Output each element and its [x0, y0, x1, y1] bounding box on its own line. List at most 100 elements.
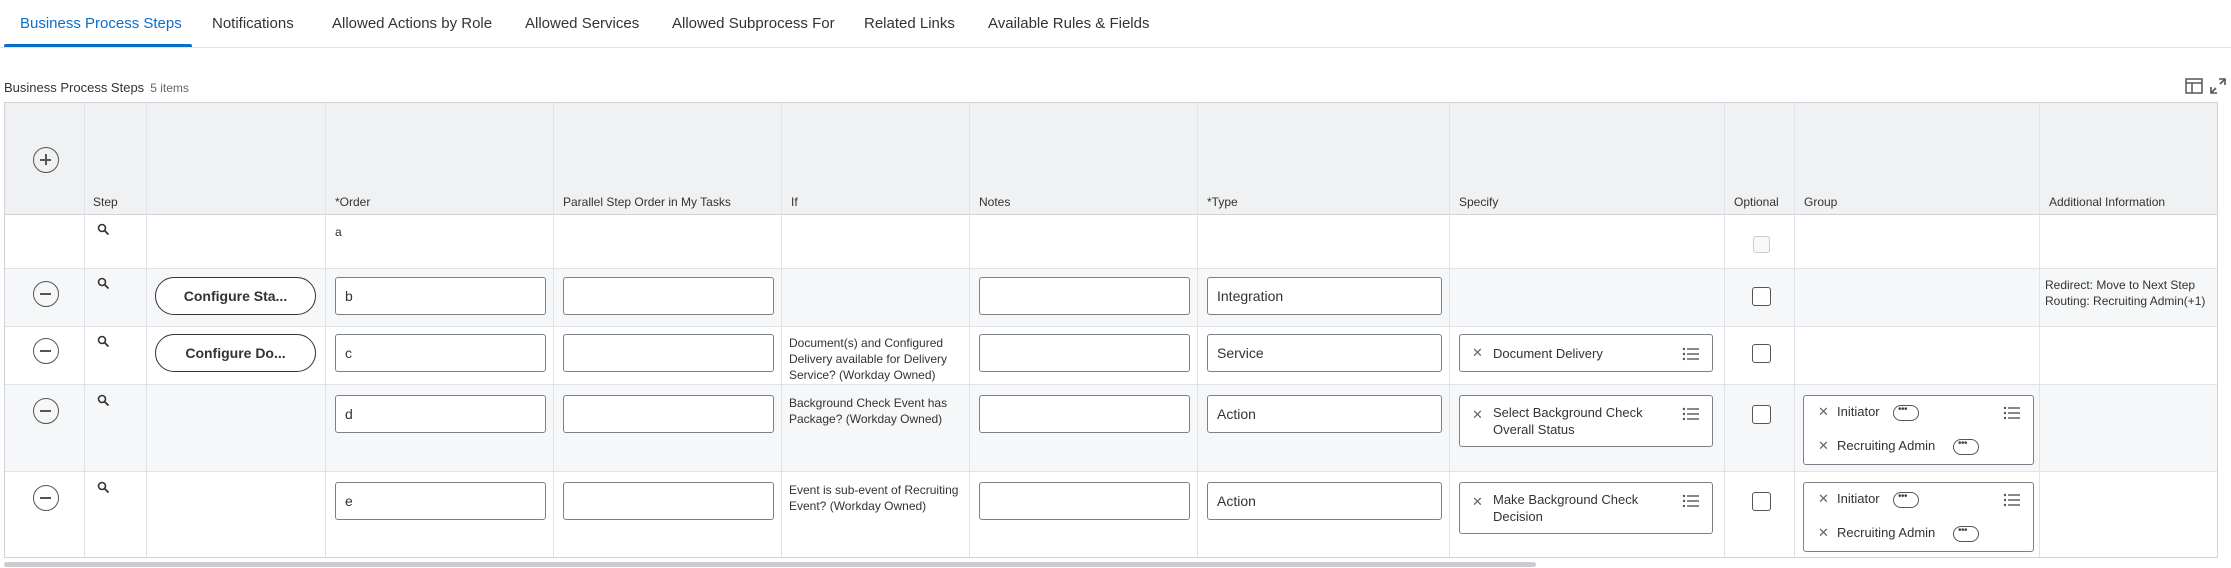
col-divider	[84, 103, 85, 557]
expand-icon[interactable]	[2208, 76, 2228, 96]
notes-input[interactable]	[979, 277, 1190, 315]
if-condition: Background Check Event has Package? (Wor…	[789, 396, 948, 426]
tab-allowed-actions-by-role[interactable]: Allowed Actions by Role	[332, 0, 492, 48]
optional-checkbox[interactable]	[1752, 405, 1771, 424]
clear-x-icon[interactable]: ✕	[1818, 525, 1829, 541]
type-input[interactable]: Action	[1207, 395, 1442, 433]
horizontal-scrollbar[interactable]	[4, 562, 1536, 567]
type-input[interactable]: Service	[1207, 334, 1442, 372]
magnifier-icon[interactable]	[97, 223, 110, 236]
list-icon[interactable]	[1682, 407, 1700, 421]
col-divider	[1197, 103, 1198, 557]
order-input[interactable]: d	[335, 395, 546, 433]
list-icon[interactable]	[2003, 493, 2021, 507]
optional-checkbox[interactable]	[1752, 344, 1771, 363]
col-divider	[1794, 103, 1795, 557]
col-divider	[781, 103, 782, 557]
magnifier-icon[interactable]	[97, 481, 110, 494]
column-header-type: *Type	[1207, 195, 1238, 209]
tab-business-process-steps[interactable]: Business Process Steps	[20, 0, 182, 48]
magnifier-icon[interactable]	[97, 335, 110, 348]
group-item-recruiting-admin: Recruiting Admin	[1837, 438, 1936, 453]
add-row-icon[interactable]	[33, 147, 59, 173]
column-header-step: Step	[93, 195, 118, 209]
order-input[interactable]: b	[335, 277, 546, 315]
view-options-icon[interactable]	[2184, 76, 2204, 96]
specify-value: Make Background Check Decision	[1493, 492, 1639, 524]
row-divider	[5, 326, 2217, 327]
col-divider	[1449, 103, 1450, 557]
tab-available-rules-fields[interactable]: Available Rules & Fields	[988, 0, 1149, 48]
optional-checkbox[interactable]	[1752, 492, 1771, 511]
related-actions-icon[interactable]	[1953, 525, 1979, 542]
group-item-initiator: Initiator	[1837, 491, 1880, 506]
list-icon[interactable]	[2003, 406, 2021, 420]
active-tab-indicator	[4, 44, 192, 47]
clear-x-icon[interactable]: ✕	[1472, 494, 1483, 510]
if-condition: Document(s) and Configured Delivery avai…	[789, 336, 948, 382]
clear-x-icon[interactable]: ✕	[1818, 404, 1829, 420]
additional-info-redirect: Redirect: Move to Next Step	[2045, 278, 2196, 292]
clear-x-icon[interactable]: ✕	[1818, 491, 1829, 507]
col-divider	[2039, 103, 2040, 557]
if-condition: Event is sub-event of Recruiting Event? …	[789, 483, 959, 513]
specify-prompt[interactable]: ✕ Document Delivery	[1459, 334, 1713, 372]
configure-step-button[interactable]: Configure Do...	[155, 334, 316, 372]
column-header-additional-information: Additional Information	[2049, 195, 2166, 209]
remove-row-icon[interactable]	[33, 281, 59, 307]
group-prompt[interactable]: ✕ Initiator ✕ Recruiting Admin	[1803, 395, 2034, 465]
clear-x-icon[interactable]: ✕	[1818, 438, 1829, 454]
optional-checkbox[interactable]	[1752, 287, 1771, 306]
parallel-step-order-input[interactable]	[563, 334, 774, 372]
remove-row-icon[interactable]	[33, 338, 59, 364]
parallel-step-order-input[interactable]	[563, 395, 774, 433]
tab-notifications[interactable]: Notifications	[212, 0, 294, 48]
col-divider	[553, 103, 554, 557]
column-header-parallel-step-order: Parallel Step Order in My Tasks	[563, 195, 731, 209]
order-value: a	[335, 225, 342, 239]
magnifier-icon[interactable]	[97, 394, 110, 407]
parallel-step-order-input[interactable]	[563, 277, 774, 315]
related-actions-icon[interactable]	[1893, 491, 1919, 508]
tab-bar: Business Process Steps Notifications All…	[0, 0, 2231, 48]
row-divider	[5, 384, 2217, 385]
optional-checkbox	[1753, 236, 1770, 253]
clear-x-icon[interactable]: ✕	[1472, 407, 1483, 423]
tab-related-links[interactable]: Related Links	[864, 0, 955, 48]
group-item-initiator: Initiator	[1837, 404, 1880, 419]
order-input[interactable]: c	[335, 334, 546, 372]
list-icon[interactable]	[1682, 494, 1700, 508]
order-input[interactable]: e	[335, 482, 546, 520]
grid-title: Business Process Steps 5 items	[4, 80, 189, 95]
related-actions-icon[interactable]	[1953, 438, 1979, 455]
magnifier-icon[interactable]	[97, 277, 110, 290]
group-prompt[interactable]: ✕ Initiator ✕ Recruiting Admin	[1803, 482, 2034, 552]
remove-row-icon[interactable]	[33, 485, 59, 511]
parallel-step-order-input[interactable]	[563, 482, 774, 520]
specify-prompt[interactable]: ✕ Make Background Check Decision	[1459, 482, 1713, 534]
notes-input[interactable]	[979, 395, 1190, 433]
column-header-if: If	[791, 195, 798, 209]
clear-x-icon[interactable]: ✕	[1472, 345, 1483, 361]
type-input[interactable]: Action	[1207, 482, 1442, 520]
col-divider	[325, 103, 326, 557]
remove-row-icon[interactable]	[33, 398, 59, 424]
list-icon[interactable]	[1682, 347, 1700, 361]
related-actions-icon[interactable]	[1893, 404, 1919, 421]
col-divider	[969, 103, 970, 557]
specify-prompt[interactable]: ✕ Select Background Check Overall Status	[1459, 395, 1713, 447]
business-process-steps-grid: Step *Order Parallel Step Order in My Ta…	[4, 102, 2218, 558]
notes-input[interactable]	[979, 482, 1190, 520]
tab-allowed-services[interactable]: Allowed Services	[525, 0, 639, 48]
row-divider	[5, 557, 2218, 558]
col-divider	[146, 103, 147, 557]
column-header-notes: Notes	[979, 195, 1011, 209]
column-header-order: *Order	[335, 195, 371, 209]
type-input[interactable]: Integration	[1207, 277, 1442, 315]
grid-title-text: Business Process Steps	[4, 80, 145, 95]
column-header-optional: Optional	[1734, 195, 1779, 209]
configure-step-button[interactable]: Configure Sta...	[155, 277, 316, 315]
row-divider	[5, 471, 2217, 472]
tab-allowed-subprocess-for[interactable]: Allowed Subprocess For	[672, 0, 835, 48]
notes-input[interactable]	[979, 334, 1190, 372]
